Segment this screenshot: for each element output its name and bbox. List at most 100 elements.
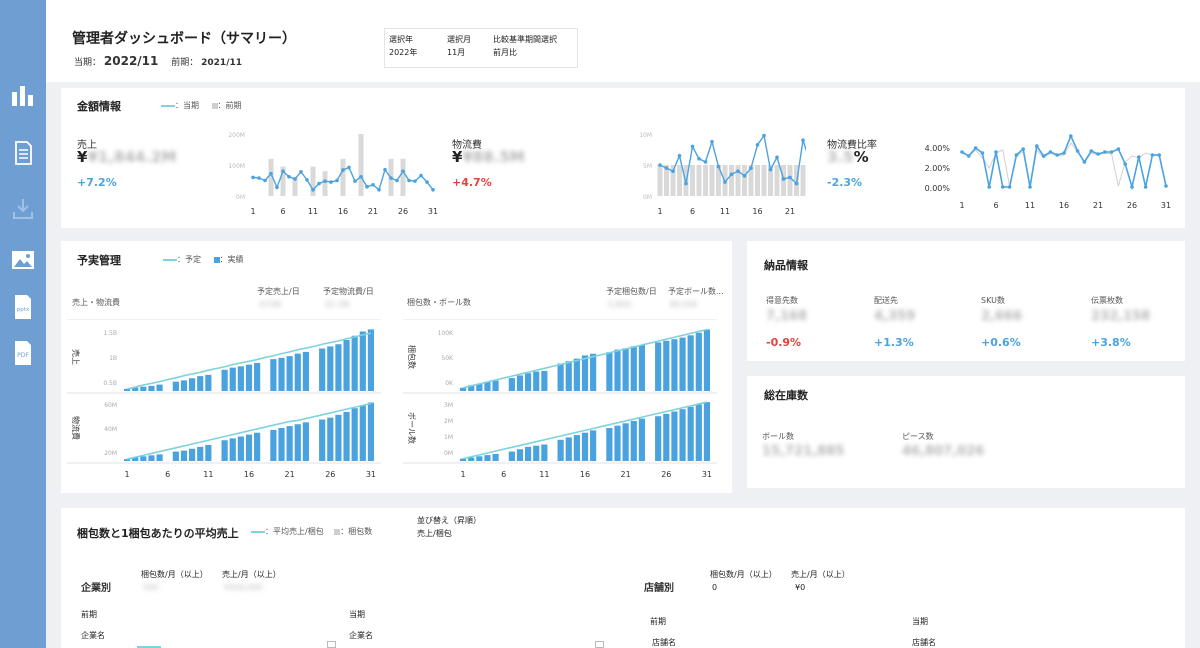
company-filter2-value[interactable]: ¥500,000 [224, 583, 262, 592]
y-tick-label: 5M [643, 163, 652, 170]
actual-bar [148, 385, 155, 391]
current-point [1075, 149, 1080, 153]
legend-previous-text: ：前期 [217, 101, 242, 110]
actual-bar [359, 331, 366, 391]
document-icon[interactable] [10, 140, 36, 166]
company-prev-checkbox[interactable] [327, 641, 336, 648]
current-point [287, 174, 291, 179]
current-point [716, 164, 721, 169]
y-tick-label: 4.00% [925, 144, 951, 153]
actual-bar [197, 446, 204, 461]
x-tick-label: 1 [250, 207, 255, 216]
actual-bar [189, 378, 196, 391]
actual-bar [492, 380, 499, 391]
inventory-value-pieces: 46,807,026 [902, 444, 985, 459]
current-point [677, 153, 682, 158]
delivery-label-destinations: 配送先 [874, 296, 898, 305]
image-icon[interactable] [10, 247, 36, 273]
previous-bar [340, 158, 346, 196]
actual-bar [319, 348, 326, 391]
actual-bar [294, 353, 301, 391]
actual-bar [286, 426, 293, 461]
x-tick-label: 16 [244, 470, 254, 479]
actual-bar [533, 445, 540, 461]
current-point [383, 167, 387, 172]
y-tick-label: 2.00% [925, 164, 951, 173]
y-tick-label: 3M [444, 402, 453, 409]
y-tick-label: 40M [104, 426, 117, 433]
x-tick-label: 11 [539, 470, 549, 479]
pptx-icon[interactable]: pptx [10, 294, 36, 320]
store-filter1-value[interactable]: 0 [712, 583, 717, 592]
current-point [251, 175, 255, 180]
company-filter1-value[interactable]: 500 [143, 583, 158, 592]
filter-month-value[interactable]: 11月 [447, 47, 465, 58]
current-point [967, 154, 971, 158]
sort-value[interactable]: 売上/梱包 [417, 528, 452, 539]
actual-bar [229, 438, 236, 461]
current-point [371, 183, 375, 187]
actual-bar [525, 373, 532, 391]
actual-bar [367, 329, 375, 391]
x-tick-label: 6 [501, 470, 506, 479]
filter-box[interactable]: 選択年 2022年 選択月 11月 比較基準期間選択 前月比 [384, 28, 578, 68]
previous-bar [729, 165, 734, 196]
actual-bar [663, 413, 670, 461]
store-col-curr: 店舗名 [912, 638, 936, 647]
page-title: 管理者ダッシュボード（サマリー） [72, 31, 296, 47]
yen-sign: ¥ [452, 148, 463, 166]
current-point [275, 185, 279, 190]
row-label: 売上 [71, 349, 81, 365]
x-tick-label: 6 [165, 470, 170, 479]
budget-title: 予実管理 [77, 254, 121, 267]
pdf-icon[interactable]: PDF [10, 340, 36, 366]
filter-year-value[interactable]: 2022年 [389, 47, 417, 58]
company-curr-checkbox[interactable] [595, 641, 604, 648]
kpi-ratio-number: 3.5 [827, 148, 854, 166]
actual-bar [343, 411, 350, 461]
plan-sales-label: 予定売上/日 [257, 287, 300, 296]
current-point [1150, 153, 1155, 157]
store-filter2-value[interactable]: ¥0 [795, 583, 805, 592]
current-point [353, 179, 357, 183]
actual-bar [508, 451, 515, 461]
x-tick-label: 6 [690, 207, 695, 216]
y-tick-label: 200M [228, 132, 245, 139]
y-tick-label: 100K [438, 330, 454, 337]
current-point [323, 179, 327, 183]
kpi-ratio-unit: % [853, 148, 869, 166]
actual-bar [565, 361, 572, 391]
actual-bar [359, 405, 366, 461]
current-point [395, 178, 399, 183]
legend-pack-text: ：梱包数 [340, 527, 373, 536]
download-icon[interactable] [10, 196, 36, 222]
current-point [703, 160, 708, 164]
actual-bar [319, 419, 326, 461]
company-curr-label: 当期 [349, 610, 365, 619]
current-point [311, 188, 315, 192]
row-label: ボール数 [407, 412, 417, 444]
bar-chart-icon[interactable] [10, 82, 36, 108]
actual-bar [172, 451, 179, 461]
actual-bar [541, 370, 548, 391]
actual-bar [630, 420, 637, 461]
current-point [1089, 149, 1093, 153]
actual-bar [140, 386, 147, 391]
current-point [335, 178, 339, 183]
row-label: 梱包数 [407, 345, 417, 369]
actual-bar [180, 380, 188, 391]
previous-line [961, 142, 1167, 187]
x-tick-label: 11 [203, 470, 213, 479]
current-point [729, 172, 734, 177]
x-tick-label: 31 [428, 207, 438, 216]
previous-bar [703, 165, 708, 196]
current-point [1157, 153, 1161, 157]
main-area: 管理者ダッシュボード（サマリー） 当期： 2022/11 前期： 2021/11… [46, 0, 1200, 648]
previous-bar [677, 165, 682, 196]
x-tick-label: 11 [308, 207, 318, 216]
filter-compare-value[interactable]: 前月比 [493, 47, 517, 58]
actual-bar [237, 366, 244, 391]
actual-bar [614, 349, 621, 391]
previous-bar [657, 165, 663, 196]
previous-bar [742, 165, 747, 196]
